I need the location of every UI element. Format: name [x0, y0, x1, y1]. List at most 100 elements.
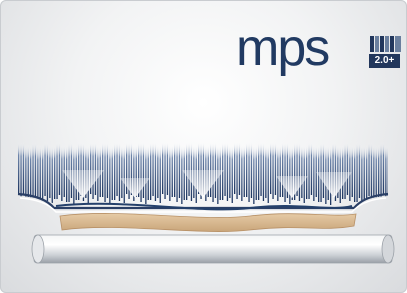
needle	[51, 145, 53, 203]
needle	[298, 142, 301, 201]
needle	[270, 142, 272, 194]
needle	[368, 142, 370, 196]
needle	[246, 142, 248, 197]
needle	[32, 142, 34, 202]
needle	[114, 142, 116, 200]
needle	[322, 142, 325, 198]
needle	[102, 142, 104, 197]
needle	[282, 142, 284, 197]
needle	[30, 145, 32, 202]
needle	[224, 142, 226, 196]
needle	[106, 142, 109, 198]
needle	[265, 145, 267, 198]
needle	[152, 142, 154, 196]
needle	[380, 142, 382, 199]
needle	[174, 142, 176, 197]
needle	[226, 142, 229, 201]
needle	[260, 142, 262, 196]
needle	[308, 142, 310, 199]
needle	[238, 142, 241, 195]
needle	[310, 142, 313, 195]
needle	[54, 145, 56, 199]
needle	[94, 142, 97, 195]
needle	[111, 145, 113, 200]
needle	[46, 142, 49, 201]
needle	[147, 145, 149, 200]
needle	[140, 142, 142, 202]
needle	[18, 142, 20, 194]
needle	[366, 145, 368, 205]
needle	[361, 145, 363, 204]
needle	[44, 142, 46, 196]
needle	[58, 142, 61, 195]
workpiece-strip	[59, 213, 357, 232]
needle	[262, 142, 265, 201]
needle	[313, 145, 315, 201]
illustration-frame: mps 2.0+	[0, 0, 407, 293]
needle	[154, 142, 157, 201]
needle	[306, 145, 308, 199]
needle	[61, 145, 63, 201]
needle	[267, 145, 269, 203]
needle	[49, 145, 51, 198]
needle	[378, 145, 380, 199]
needle	[301, 145, 303, 198]
needle	[162, 142, 164, 194]
needle	[248, 142, 250, 202]
needle	[274, 142, 277, 195]
needle	[354, 145, 356, 202]
needle	[123, 145, 125, 203]
needle	[234, 142, 236, 194]
roller	[31, 234, 395, 264]
needle	[243, 145, 245, 197]
needle	[231, 145, 233, 203]
needle	[351, 145, 353, 197]
needle	[303, 145, 305, 203]
needle	[171, 145, 173, 197]
needle	[164, 142, 166, 199]
pressing-diagram	[17, 142, 395, 264]
needle	[142, 142, 145, 198]
needle	[373, 145, 375, 198]
needle	[346, 142, 349, 195]
needle	[145, 145, 147, 204]
needle	[56, 142, 58, 199]
needle	[284, 142, 286, 202]
needle	[157, 145, 159, 198]
needle	[272, 142, 274, 199]
needle	[34, 142, 37, 198]
needle	[118, 142, 121, 201]
needle	[20, 142, 22, 199]
needle	[236, 142, 238, 199]
needle	[150, 142, 152, 200]
needle	[121, 145, 123, 198]
needle	[382, 142, 385, 195]
needle	[356, 142, 358, 202]
needle	[363, 145, 365, 200]
needle	[315, 145, 317, 197]
needle	[169, 145, 171, 201]
needle	[178, 142, 181, 198]
needle	[385, 145, 387, 201]
needle	[277, 145, 279, 201]
needle	[344, 142, 346, 199]
needle	[279, 145, 281, 197]
needle	[109, 145, 111, 204]
needle	[210, 142, 212, 197]
needle	[176, 142, 178, 202]
needle	[39, 145, 41, 200]
needle	[250, 142, 253, 198]
needle	[104, 142, 106, 202]
needle	[116, 142, 118, 196]
needle	[370, 142, 373, 201]
needle	[159, 145, 161, 203]
needle	[229, 145, 231, 198]
needle	[358, 142, 361, 198]
needle	[25, 145, 27, 201]
needle	[37, 145, 39, 204]
needle	[22, 142, 25, 195]
needle	[255, 145, 257, 200]
needle	[181, 145, 183, 204]
needle	[42, 145, 44, 205]
needle	[375, 145, 377, 203]
